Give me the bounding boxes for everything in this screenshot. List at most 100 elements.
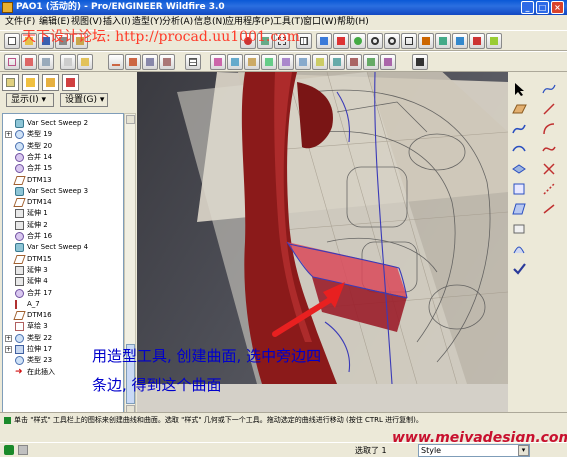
style-icon[interactable] (210, 54, 226, 70)
datum-curve-icon[interactable] (108, 54, 124, 70)
tree-item[interactable]: 合并 17 (3, 288, 123, 299)
slope-icon[interactable] (295, 54, 311, 70)
tree-item[interactable]: Var Sect Sweep 2 (3, 118, 123, 129)
saved-views-icon[interactable] (435, 33, 451, 49)
datum-plane-icon (13, 254, 26, 264)
tree-item[interactable]: DTM14 (3, 197, 123, 208)
spline-icon[interactable] (540, 140, 558, 158)
drop-curve-icon[interactable] (510, 180, 528, 198)
active-plane-icon[interactable] (510, 100, 528, 118)
tree-item[interactable]: 类型 20 (3, 141, 123, 152)
edit-curve-icon[interactable] (510, 160, 528, 178)
folder-browser-tab[interactable] (22, 74, 39, 91)
tree-item[interactable]: A_7 (3, 299, 123, 310)
tree-item[interactable]: Var Sect Sweep 4 (3, 242, 123, 253)
datum-display-button[interactable] (333, 33, 349, 49)
whats-this-icon[interactable] (412, 54, 428, 70)
tree-item[interactable]: Var Sect Sweep 3 (3, 186, 123, 197)
surface-connect-icon[interactable] (510, 220, 528, 238)
favorites-tab[interactable] (42, 74, 59, 91)
create-curve-icon[interactable] (510, 120, 528, 138)
model-tree-tab[interactable] (2, 74, 19, 91)
show-dropdown[interactable]: 显示(I) ▾ (6, 93, 54, 107)
section-icon[interactable] (261, 54, 277, 70)
model-tree[interactable]: Var Sect Sweep 2 + 类型 19 类型 20 合并 14 合并 15 DTM… (2, 113, 124, 416)
chevron-down-icon[interactable]: ▾ (518, 445, 529, 456)
draft-icon[interactable] (278, 54, 294, 70)
sketcher-icon[interactable] (77, 54, 93, 70)
graphics-viewport[interactable] (137, 72, 508, 384)
offset-icon[interactable] (159, 54, 175, 70)
tree-scrollbar[interactable] (124, 113, 136, 416)
tree-item-label: 合并 15 (27, 164, 53, 173)
tree-item-label: A_7 (27, 299, 40, 308)
menu-window[interactable]: 窗口(W) (303, 16, 337, 29)
reorient-icon[interactable] (418, 33, 434, 49)
close-button[interactable]: × (551, 1, 564, 14)
tree-item[interactable]: 延伸 4 (3, 276, 123, 287)
done-check-icon[interactable] (510, 260, 528, 278)
minimize-button[interactable]: _ (521, 1, 534, 14)
dihedral-icon[interactable] (329, 54, 345, 70)
surface-icon (15, 130, 24, 140)
tree-item[interactable]: 合并 14 (3, 152, 123, 163)
tree-item[interactable]: + 类型 22 (3, 333, 123, 344)
maximize-button[interactable]: □ (536, 1, 549, 14)
refit-icon[interactable] (401, 33, 417, 49)
point-array-icon[interactable] (142, 54, 158, 70)
expand-icon[interactable]: + (5, 131, 12, 139)
datum-point-icon[interactable] (38, 54, 54, 70)
connections-tab[interactable] (62, 74, 79, 91)
tree-item[interactable]: 草绘 3 (3, 321, 123, 332)
tree-item[interactable]: DTM15 (3, 254, 123, 265)
status-toggle-icon[interactable] (18, 445, 28, 455)
sketch-curve-icon[interactable] (540, 80, 558, 98)
tree-item[interactable]: 延伸 1 (3, 208, 123, 219)
tree-item[interactable]: 合并 15 (3, 163, 123, 174)
shading-icon[interactable] (312, 54, 328, 70)
settings-dropdown[interactable]: 设置(G) ▾ (60, 93, 108, 107)
tree-item[interactable]: 延伸 3 (3, 265, 123, 276)
point-icon[interactable] (540, 160, 558, 178)
select-arrow-icon[interactable] (510, 80, 528, 98)
title-bar: PAO1 (活动的) - Pro/ENGINEER Wildfire 3.0 _… (0, 0, 567, 15)
sketch-button[interactable] (316, 33, 332, 49)
tree-item[interactable]: DTM16 (3, 310, 123, 321)
view-manager-icon[interactable] (469, 33, 485, 49)
boundary-surface-icon[interactable] (510, 200, 528, 218)
tree-item[interactable]: 合并 16 (3, 231, 123, 242)
extend-icon (15, 277, 24, 287)
appearance-icon[interactable] (486, 33, 502, 49)
zoom-in-icon[interactable] (367, 33, 383, 49)
menu-help[interactable]: 帮助(H) (337, 16, 369, 29)
reflection-icon[interactable] (244, 54, 260, 70)
trim-surface-icon[interactable] (510, 240, 528, 258)
csys-icon[interactable] (60, 54, 76, 70)
datum-axis-icon[interactable] (21, 54, 37, 70)
curvature-icon[interactable] (227, 54, 243, 70)
measure-icon[interactable] (380, 54, 396, 70)
merge-icon (15, 232, 24, 241)
tree-item-label: 类型 19 (27, 130, 53, 139)
selection-filter[interactable]: Style (418, 444, 530, 457)
new-button[interactable] (4, 33, 20, 49)
datum-plane-icon[interactable] (4, 54, 20, 70)
circle-curve-icon[interactable] (510, 140, 528, 158)
analysis-icon[interactable] (363, 54, 379, 70)
tree-item[interactable]: DTM13 (3, 175, 123, 186)
tree-item[interactable]: 延伸 2 (3, 220, 123, 231)
offset-curve-icon[interactable] (540, 180, 558, 198)
layers-icon[interactable] (452, 33, 468, 49)
project-curve-icon[interactable] (540, 200, 558, 218)
expand-icon[interactable]: + (5, 334, 12, 342)
arc-icon[interactable] (540, 120, 558, 138)
zoom-out-icon[interactable] (384, 33, 400, 49)
tree-item[interactable]: + 类型 19 (3, 129, 123, 140)
tree-item-label: 类型 22 (27, 333, 53, 342)
deviation-icon[interactable] (346, 54, 362, 70)
refresh-button[interactable] (350, 33, 366, 49)
curve-from-equation-icon[interactable] (125, 54, 141, 70)
expand-icon[interactable]: + (5, 346, 12, 353)
line-icon[interactable] (540, 100, 558, 118)
table-icon[interactable] (185, 54, 201, 70)
